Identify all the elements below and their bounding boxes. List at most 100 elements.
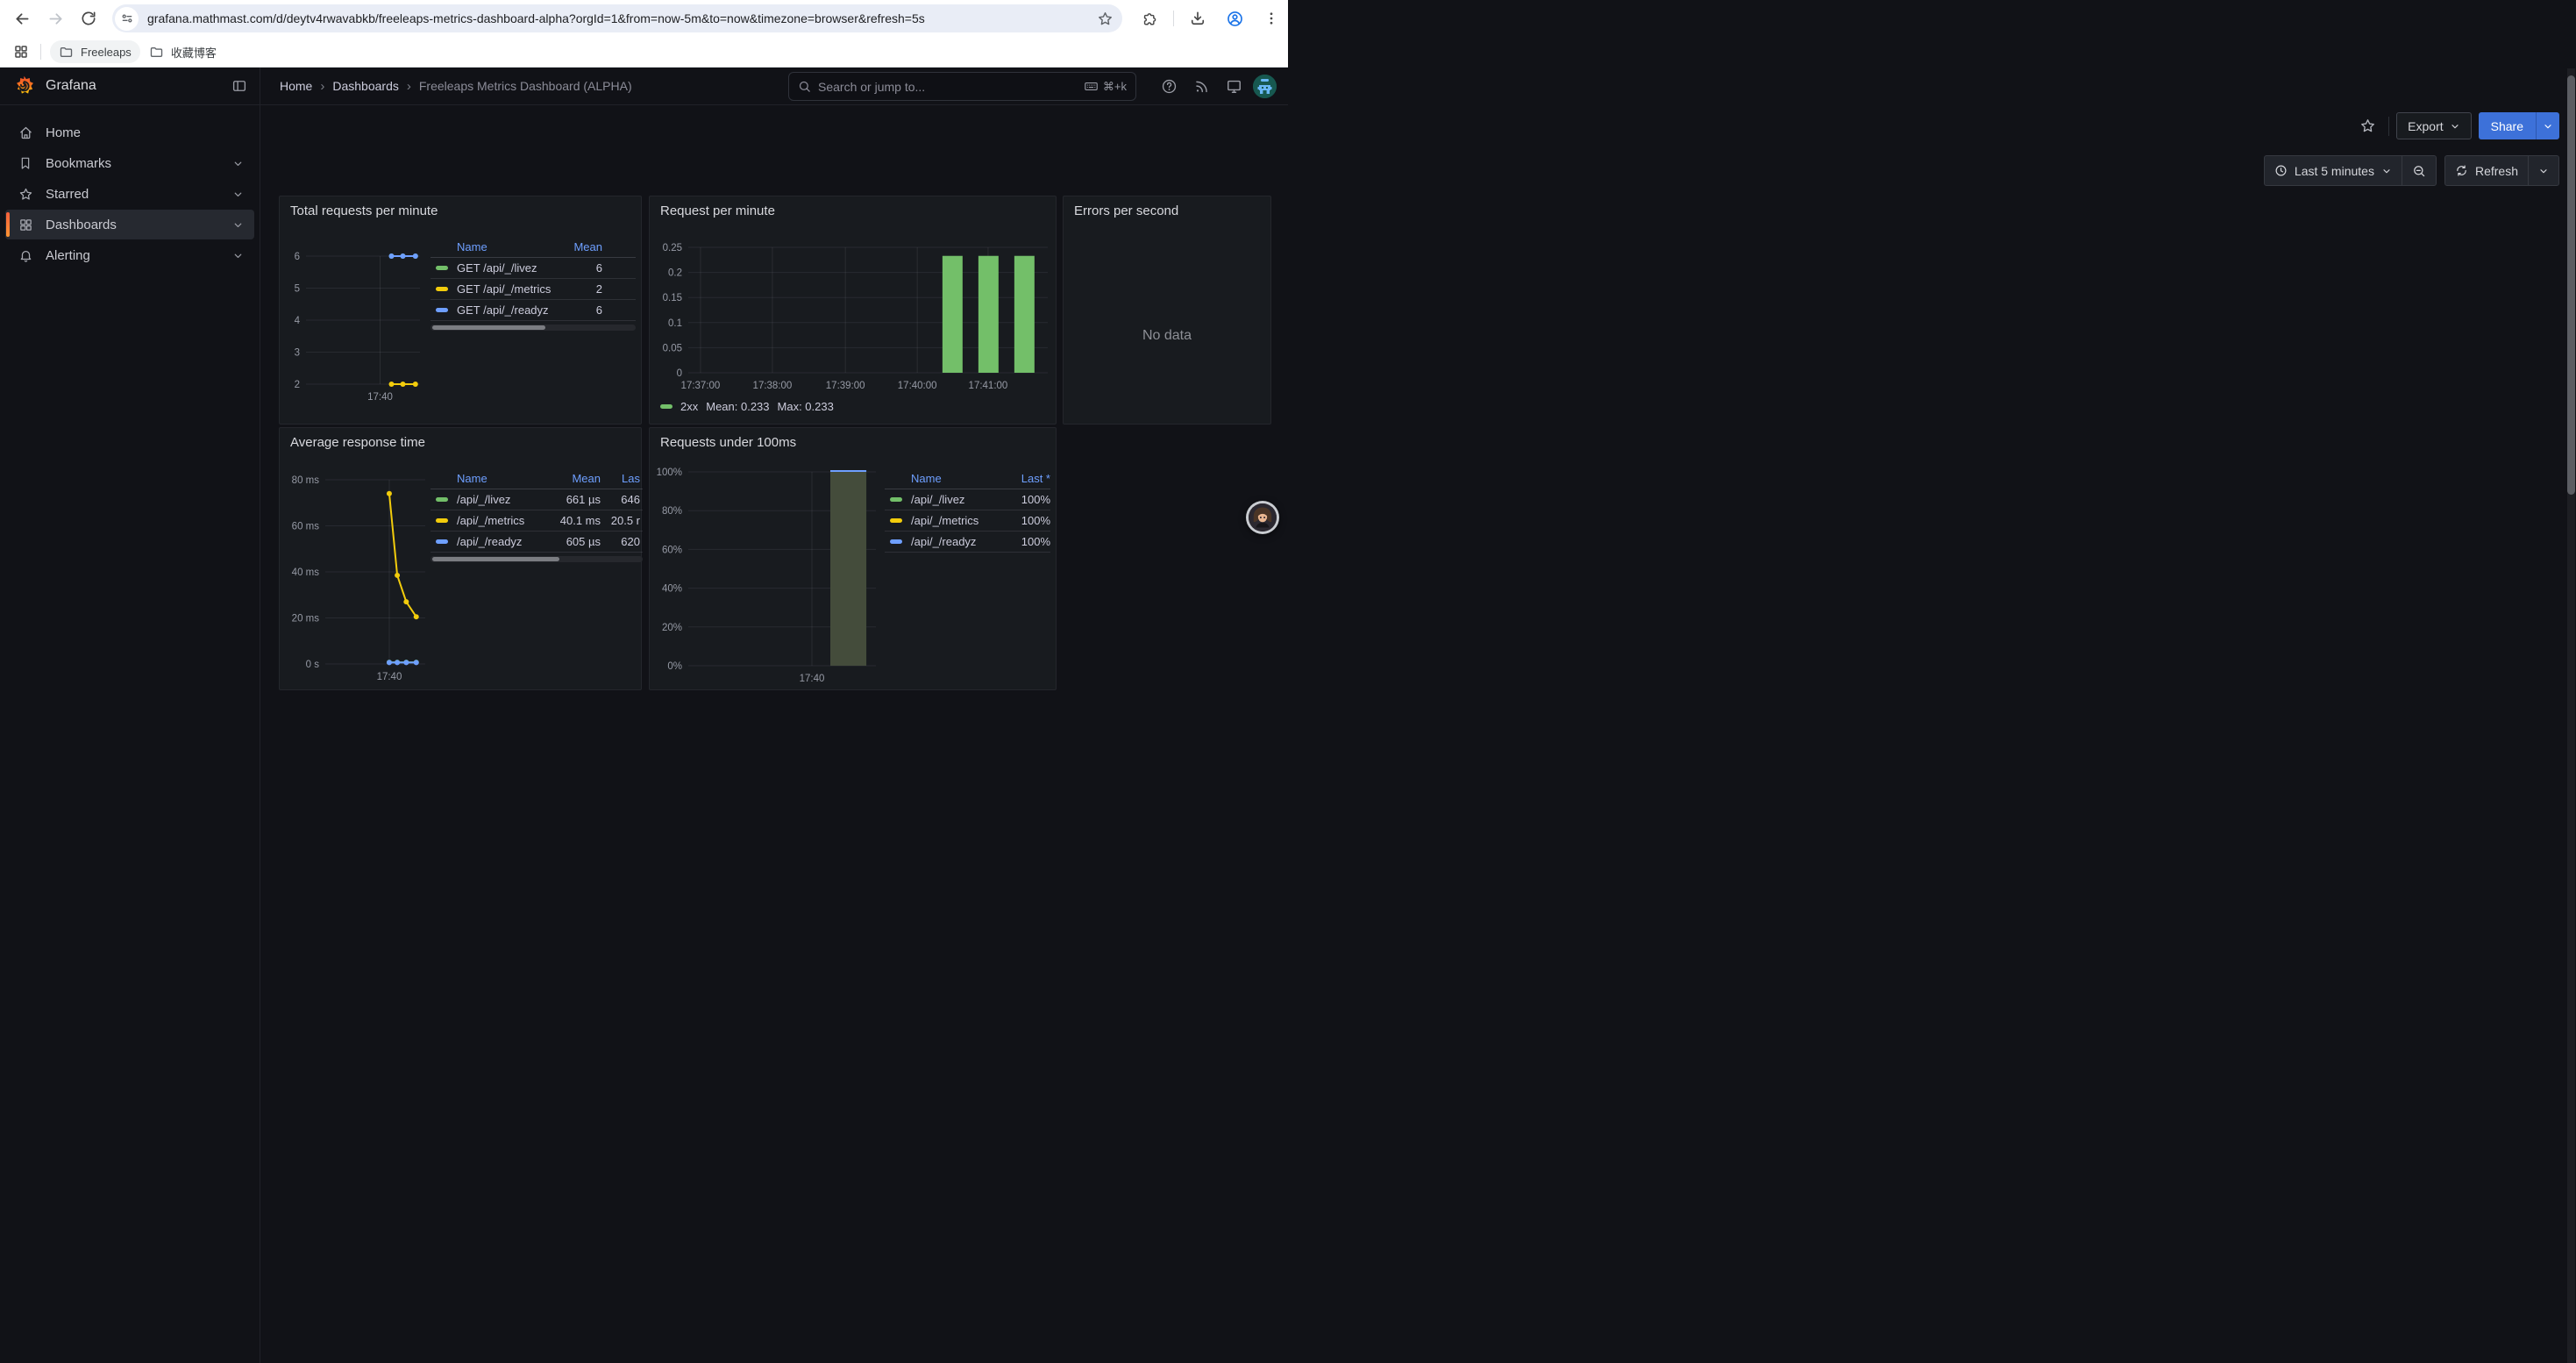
display-button[interactable] (1220, 74, 1247, 100)
grafana-logo (12, 75, 36, 98)
extensions-button[interactable] (1133, 4, 1166, 33)
apps-grid-icon (13, 44, 29, 60)
bookmark-page-star-icon[interactable] (1097, 11, 1114, 27)
bookmark-folder-label: 收藏博客 (171, 44, 217, 61)
url-bar[interactable]: grafana.mathmast.com/d/deytv4rwavabkb/fr… (112, 4, 1122, 32)
refresh-button[interactable]: Refresh (2445, 156, 2528, 185)
share-menu-button[interactable] (2536, 112, 2559, 139)
sidebar-item-dashboards[interactable]: Dashboards (5, 210, 254, 239)
apps-grid-button[interactable] (7, 39, 35, 64)
zoom-out-button[interactable] (2402, 156, 2436, 185)
svg-text:5: 5 (295, 284, 300, 295)
svg-text:0: 0 (677, 368, 682, 379)
panel-average-response-time[interactable]: Average response time 80 ms60 ms40 ms20 … (279, 427, 642, 690)
legend-header-mean[interactable]: Mean (544, 472, 601, 485)
svg-text:0.25: 0.25 (663, 243, 682, 253)
panel-title[interactable]: Total requests per minute (290, 203, 438, 218)
forward-button[interactable] (39, 4, 72, 33)
export-button[interactable]: Export (2396, 112, 2471, 139)
search-placeholder: Search or jump to... (818, 80, 1084, 94)
panel-title[interactable]: Errors per second (1074, 203, 1178, 218)
news-button[interactable] (1188, 74, 1214, 100)
legend-header-name[interactable]: Name (457, 240, 559, 253)
bookmark-folder-freeleaps[interactable]: Freeleaps (50, 40, 140, 63)
active-accent-bar (6, 212, 10, 237)
time-range-button[interactable]: Last 5 minutes (2265, 156, 2402, 185)
panel-title[interactable]: Request per minute (660, 203, 775, 218)
legend-row[interactable]: /api/_/readyz 100% (885, 532, 1050, 553)
legend-scrollbar[interactable] (431, 325, 636, 331)
panel-errors-per-second[interactable]: Errors per second No data (1063, 196, 1271, 425)
panel-title[interactable]: Average response time (290, 435, 425, 450)
legend-row[interactable]: /api/_/metrics 40.1 ms 20.5 r (431, 510, 643, 532)
chevron-down-icon[interactable] (232, 250, 244, 261)
legend-row[interactable]: /api/_/livez 100% (885, 489, 1050, 510)
breadcrumb-home[interactable]: Home (280, 79, 312, 93)
sidebar-item-home[interactable]: Home (5, 118, 254, 147)
legend-row[interactable]: GET /api/_/metrics 2 (431, 279, 636, 300)
svg-text:17:37:00: 17:37:00 (681, 381, 721, 391)
sidebar-item-alerting[interactable]: Alerting (5, 240, 254, 270)
bookmark-folder-blogs[interactable]: 收藏博客 (140, 40, 225, 63)
panel-total-requests[interactable]: Total requests per minute 6543217:40 Nam… (279, 196, 642, 425)
reload-button[interactable] (72, 4, 105, 33)
legend-row[interactable]: GET /api/_/livez 6 (431, 258, 636, 279)
folder-icon (59, 45, 74, 60)
brand-label[interactable]: Grafana (46, 78, 231, 94)
panel-request-per-minute[interactable]: Request per minute 0.250.20.150.10.05017… (649, 196, 1057, 425)
search-input[interactable]: Search or jump to... ⌘+k (788, 72, 1136, 101)
refresh-interval-button[interactable] (2528, 156, 2558, 185)
no-data-message: No data (1064, 328, 1270, 344)
svg-text:17:40: 17:40 (377, 672, 402, 682)
sidebar-item-label: Alerting (46, 248, 232, 263)
star-icon (2359, 118, 2376, 134)
svg-text:0 s: 0 s (306, 660, 320, 670)
back-button[interactable] (5, 4, 39, 33)
series-color-pill (436, 539, 448, 544)
svg-text:17:38:00: 17:38:00 (753, 381, 793, 391)
search-icon (798, 80, 811, 93)
downloads-button[interactable] (1181, 4, 1214, 33)
breadcrumb-dashboards[interactable]: Dashboards (332, 79, 399, 93)
browser-menu-button[interactable] (1255, 4, 1288, 33)
svg-text:0.1: 0.1 (668, 318, 682, 329)
browser-toolbar: grafana.mathmast.com/d/deytv4rwavabkb/fr… (0, 0, 1288, 37)
legend-scrollbar[interactable] (431, 556, 643, 562)
refresh-label: Refresh (2475, 164, 2518, 178)
series-color-pill (436, 266, 448, 270)
svg-text:0%: 0% (667, 661, 682, 672)
sidebar-item-label: Home (46, 125, 254, 140)
legend-header-mean[interactable]: Mean (559, 240, 602, 253)
help-icon (1161, 78, 1178, 95)
chevron-down-icon[interactable] (232, 219, 244, 231)
svg-text:3: 3 (295, 348, 300, 359)
url-text[interactable]: grafana.mathmast.com/d/deytv4rwavabkb/fr… (147, 11, 1090, 25)
sidebar-item-bookmarks[interactable]: Bookmarks (5, 148, 254, 178)
profile-button[interactable] (1218, 4, 1251, 33)
share-button[interactable]: Share (2479, 112, 2536, 139)
legend-row[interactable]: /api/_/readyz 605 µs 620 (431, 532, 643, 553)
star-icon (5, 187, 46, 202)
page-scrollbar-thumb[interactable] (2567, 75, 2575, 495)
sidebar-item-starred[interactable]: Starred (5, 179, 254, 209)
legend-inline[interactable]: 2xx Mean: 0.233 Max: 0.233 (660, 400, 834, 413)
legend-header-last[interactable]: Last * (1001, 472, 1050, 485)
site-settings-icon[interactable] (115, 7, 139, 31)
favorite-dashboard-button[interactable] (2353, 112, 2381, 140)
legend-header-name[interactable]: Name (911, 472, 1001, 485)
legend-header-last[interactable]: Las (601, 472, 643, 485)
bookmark-icon (5, 156, 46, 170)
toolbar-divider (1173, 11, 1174, 26)
chevron-down-icon[interactable] (232, 189, 244, 200)
panel-requests-under-100ms[interactable]: Requests under 100ms 100%80%60%40%20%0%1… (649, 427, 1057, 690)
legend-header-name[interactable]: Name (457, 472, 544, 485)
user-avatar[interactable] (1253, 75, 1277, 98)
help-button[interactable] (1156, 74, 1182, 100)
dock-sidebar-button[interactable] (231, 78, 247, 94)
legend-row[interactable]: GET /api/_/readyz 6 (431, 300, 636, 321)
legend-row[interactable]: /api/_/livez 661 µs 646 (431, 489, 643, 510)
legend-row[interactable]: /api/_/metrics 100% (885, 510, 1050, 532)
panel-title[interactable]: Requests under 100ms (660, 435, 796, 450)
chevron-down-icon[interactable] (232, 158, 244, 169)
floating-assistant-avatar[interactable] (1246, 501, 1279, 534)
